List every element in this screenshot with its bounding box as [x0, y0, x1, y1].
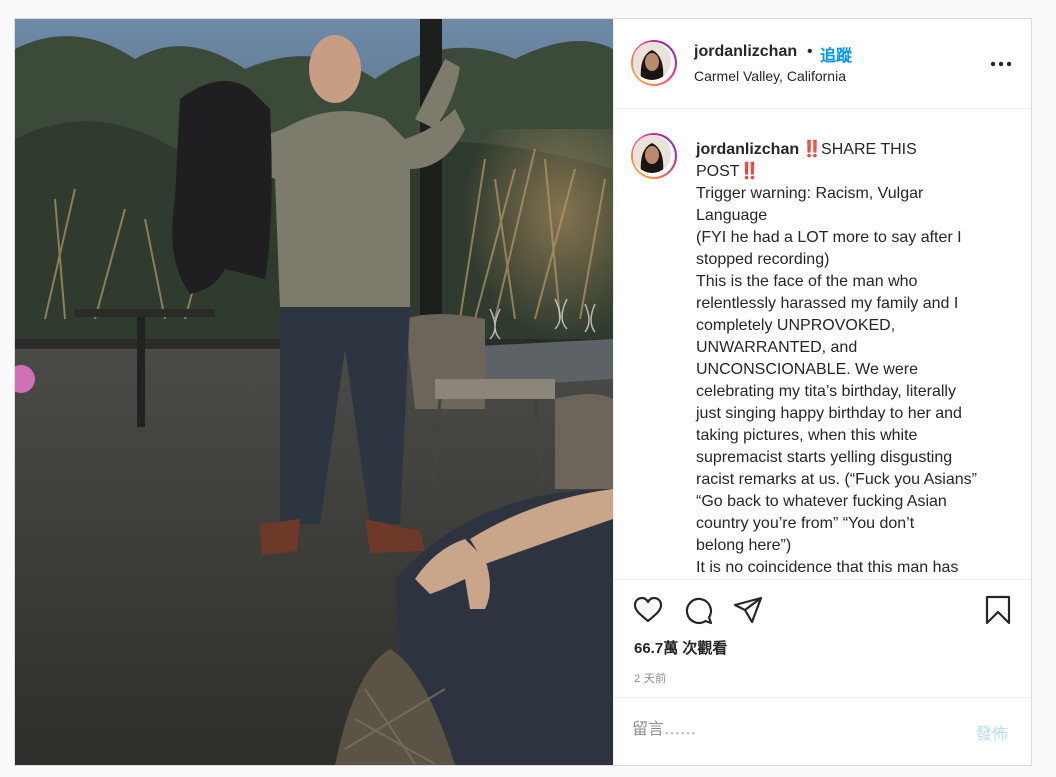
- avatar[interactable]: [631, 40, 677, 86]
- separator-dot: •: [807, 43, 813, 60]
- double-exclamation-icon: ‼️: [802, 141, 822, 158]
- post-details-panel: jordanlizchan • 追蹤 Carmel Valley, Califo…: [613, 19, 1031, 765]
- double-exclamation-icon: ‼️: [739, 163, 760, 180]
- post-location[interactable]: Carmel Valley, California: [694, 68, 846, 84]
- caption-title: POST: [696, 163, 740, 180]
- caption-line: just singing happy birthday to her and: [696, 405, 962, 422]
- caption-line: POST‼️: [696, 161, 996, 183]
- caption-line: supremacist starts yelling disgusting: [696, 449, 953, 466]
- caption-line: UNCONSCIONABLE. We were: [696, 361, 918, 378]
- comment-form: 發佈: [614, 697, 1031, 765]
- comment-input[interactable]: [632, 718, 952, 742]
- post-timestamp[interactable]: 2 天前: [634, 670, 666, 686]
- caption-line: celebrating my tita’s birthday, literall…: [696, 383, 956, 400]
- view-count[interactable]: 66.7萬 次觀看: [634, 637, 727, 658]
- post-modal: jordanlizchan • 追蹤 Carmel Valley, Califo…: [14, 18, 1032, 766]
- caption-text: jordanlizchan ‼️SHARE THIS POST‼️ Trigger…: [696, 139, 996, 579]
- caption-line: taking pictures, when this white: [696, 427, 918, 444]
- caption-line: Trigger warning: Racism, Vulgar: [696, 185, 924, 202]
- profile-photo: [633, 135, 671, 173]
- post-header: jordanlizchan • 追蹤 Carmel Valley, Califo…: [614, 19, 1031, 109]
- caption-line: racist remarks at us. (“Fuck you Asians”: [696, 471, 977, 488]
- post-video[interactable]: [15, 19, 613, 765]
- caption-line: belong here”): [696, 537, 792, 554]
- caption-line: UNWARRANTED, and: [696, 339, 858, 356]
- caption-line: Language: [696, 207, 768, 224]
- bookmark-icon[interactable]: [982, 594, 1014, 626]
- caption-line: jordanlizchan ‼️SHARE THIS: [696, 139, 996, 161]
- caption-line: (FYI he had a LOT more to say after I: [696, 229, 962, 246]
- follow-button[interactable]: 追蹤: [820, 42, 852, 66]
- post-comment-button[interactable]: 發佈: [976, 720, 1008, 744]
- paper-plane-icon[interactable]: [732, 594, 764, 626]
- caption-line: This is the face of the man who: [696, 273, 918, 290]
- caption-line: “Go back to whatever fucking Asian: [696, 493, 947, 510]
- caption-line: country you’re from” “You don’t: [696, 515, 915, 532]
- heart-icon[interactable]: [632, 594, 664, 626]
- video-still: [15, 19, 613, 765]
- caption-avatar[interactable]: [631, 133, 677, 179]
- post-author-username[interactable]: jordanlizchan: [694, 43, 797, 61]
- caption-title: SHARE THIS: [821, 141, 917, 158]
- post-actions: 66.7萬 次觀看 2 天前: [614, 579, 1031, 697]
- caption-section: jordanlizchan ‼️SHARE THIS POST‼️ Trigger…: [614, 109, 1031, 579]
- comment-bubble-icon[interactable]: [682, 594, 714, 626]
- caption-line: It is no coincidence that this man has: [696, 559, 959, 576]
- caption-line: completely UNPROVOKED,: [696, 317, 896, 334]
- caption-line: relentlessly harassed my family and I: [696, 295, 959, 312]
- more-horizontal-icon[interactable]: [988, 51, 1014, 77]
- profile-photo: [633, 42, 671, 80]
- caption-username[interactable]: jordanlizchan: [696, 141, 799, 158]
- page-background: jordanlizchan • 追蹤 Carmel Valley, Califo…: [0, 0, 1056, 777]
- caption-line: stopped recording): [696, 251, 830, 268]
